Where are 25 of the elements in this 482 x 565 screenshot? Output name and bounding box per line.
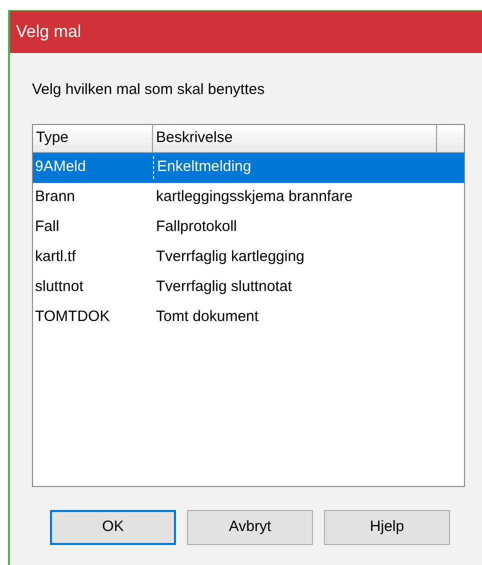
dialog-button[interactable]: OK xyxy=(50,510,176,544)
table-row[interactable]: TOMTDOK Tomt dokument xyxy=(33,302,464,332)
table-row[interactable]: Brann kartleggingsskjema brannfare xyxy=(33,182,464,212)
table-cell-text: TOMTDOK xyxy=(34,307,111,328)
table-row[interactable]: 9AMeld Enkeltmelding xyxy=(33,152,464,182)
dialog-button[interactable]: Hjelp xyxy=(324,510,450,544)
table-row[interactable]: Fall Fallprotokoll xyxy=(33,212,464,242)
table-cell-text: Brann xyxy=(34,187,76,208)
table-cell-text: 9AMeld xyxy=(34,157,87,178)
dialog-button[interactable]: Avbryt xyxy=(187,510,313,544)
table-cell-text: Tverrfaglig kartlegging xyxy=(155,247,306,268)
column-header[interactable]: Beskrivelse xyxy=(153,124,437,152)
column-header[interactable]: Type xyxy=(33,124,153,152)
table-cell-text: Fall xyxy=(34,217,60,238)
table-cell-text: Tomt dokument xyxy=(155,307,260,328)
instruction-text: Velg hvilken mal som skal benyttes xyxy=(32,80,265,100)
table-cell-text: Tverrfaglig sluttnotat xyxy=(155,277,293,298)
table-cell-text: Fallprotokoll xyxy=(155,217,238,238)
table-cell-text: kartleggingsskjema brannfare xyxy=(155,187,354,208)
table-cell-text: kartl.tf xyxy=(34,247,77,268)
table-row[interactable]: sluttnot Tverrfaglig sluttnotat xyxy=(33,272,464,302)
table-cell-text: sluttnot xyxy=(34,277,84,298)
window-title: Velg mal xyxy=(16,21,82,44)
table-row[interactable]: kartl.tf Tverrfaglig kartlegging xyxy=(33,242,464,272)
table-cell: Enkeltmelding xyxy=(153,156,437,179)
